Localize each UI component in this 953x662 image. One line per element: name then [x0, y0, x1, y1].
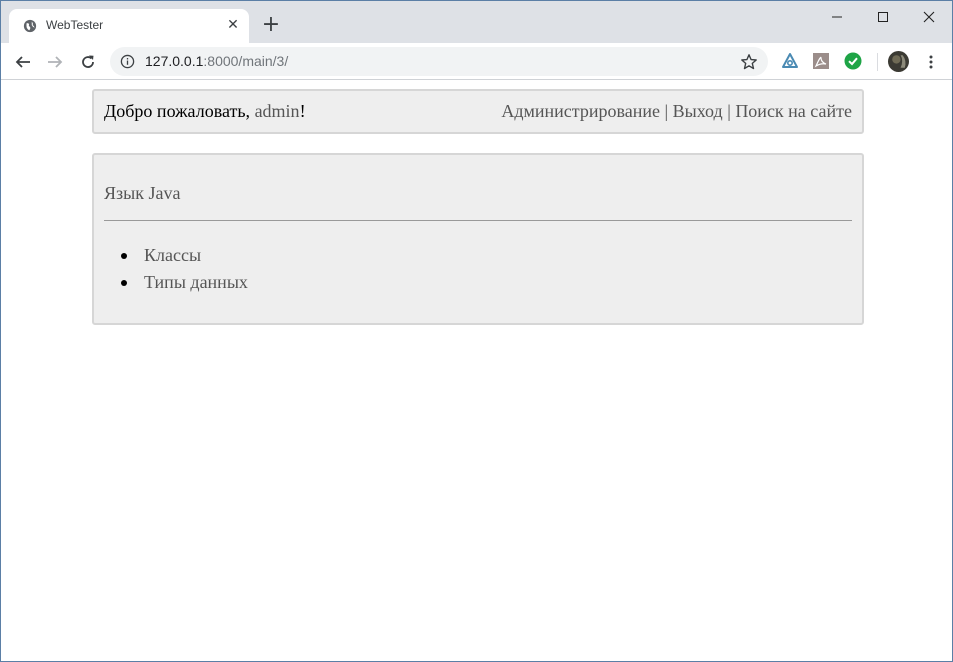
pdf-extension-icon[interactable]	[812, 52, 830, 70]
arrow-right-icon	[48, 56, 63, 68]
tab-strip: WebTester ✕ +	[1, 1, 952, 43]
topic-link-data-types[interactable]: Типы данных	[144, 272, 248, 292]
logout-link[interactable]: Выход	[673, 101, 723, 121]
cyrillic-a-extension-icon[interactable]	[781, 52, 799, 70]
maximize-icon	[878, 12, 888, 22]
minimize-icon	[832, 16, 842, 18]
topic-link-classes[interactable]: Классы	[144, 245, 201, 265]
section-title: Язык Java	[104, 183, 181, 203]
welcome-suffix: !	[299, 101, 306, 121]
info-icon[interactable]	[120, 54, 135, 69]
address-bar[interactable]: 127.0.0.1:8000/main/3/	[110, 47, 768, 76]
close-icon	[923, 11, 935, 23]
page-viewport: Добро пожаловать, admin! Администрирован…	[1, 81, 952, 661]
tab-title: WebTester	[46, 18, 104, 32]
browser-window: WebTester ✕ + 127.0.0.1:8000/main/3/ Доб…	[0, 0, 953, 662]
browser-menu-button[interactable]	[919, 50, 943, 74]
url-host: 127.0.0.1	[145, 53, 204, 69]
maximize-button[interactable]	[860, 3, 906, 31]
forward-button[interactable]	[43, 50, 67, 74]
url-path: :8000/main/3/	[203, 53, 289, 69]
welcome-prefix: Добро пожаловать,	[104, 101, 255, 121]
nav-separator: |	[722, 101, 736, 121]
green-check-extension-icon[interactable]	[844, 52, 862, 70]
topic-list: Классы Типы данных	[104, 244, 248, 298]
nav-separator: |	[660, 101, 673, 121]
username-link[interactable]: admin	[255, 101, 300, 121]
reload-button[interactable]	[76, 50, 100, 74]
site-search-link[interactable]: Поиск на сайте	[735, 101, 852, 121]
content-panel: Язык Java Классы Типы данных	[92, 153, 864, 325]
list-item[interactable]: Классы	[104, 244, 248, 271]
more-vertical-icon	[929, 55, 933, 69]
divider	[104, 220, 852, 221]
url-text[interactable]: 127.0.0.1:8000/main/3/	[145, 53, 288, 69]
new-tab-button[interactable]: +	[260, 14, 282, 36]
close-window-button[interactable]	[906, 3, 952, 31]
bookmark-star-icon[interactable]	[740, 53, 758, 71]
back-button[interactable]	[11, 50, 35, 74]
toolbar-separator	[877, 53, 878, 71]
reload-icon	[82, 55, 94, 68]
profile-avatar[interactable]	[888, 51, 909, 72]
globe-icon	[23, 19, 37, 33]
tab-webtester[interactable]: WebTester ✕	[9, 9, 249, 43]
list-item[interactable]: Типы данных	[104, 271, 248, 298]
browser-toolbar: 127.0.0.1:8000/main/3/	[1, 43, 952, 80]
admin-link[interactable]: Администрирование	[501, 101, 660, 121]
tab-close-icon[interactable]: ✕	[225, 17, 241, 33]
header-nav: Администрирование | Выход | Поиск на сай…	[501, 101, 852, 122]
header-panel: Добро пожаловать, admin! Администрирован…	[92, 89, 864, 134]
minimize-button[interactable]	[814, 3, 860, 31]
welcome-message: Добро пожаловать, admin!	[104, 101, 306, 122]
arrow-left-icon	[15, 56, 30, 68]
